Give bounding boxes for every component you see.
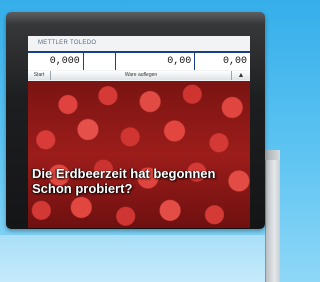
scale-terminal: METTLER TOLEDO 0,000 0,00 0,00 Start War…	[6, 12, 265, 229]
promo-line-1: Die Erdbeerzeit hat begonnen	[32, 166, 216, 181]
promo-line-2: Schon probiert?	[32, 181, 133, 196]
unit-price-blank	[83, 53, 116, 70]
touch-screen: METTLER TOLEDO 0,000 0,00 0,00 Start War…	[28, 36, 250, 228]
strawberry-promo-image[interactable]: Die Erdbeerzeit hat begonnen Schon probi…	[28, 81, 250, 228]
weight-field: 0,000	[28, 53, 83, 70]
start-button[interactable]: Start	[28, 71, 50, 80]
unit-price-field: 0,00	[116, 53, 195, 70]
toolbar: Start Ware auflegen ▲	[28, 71, 250, 80]
bezel-highlight	[6, 12, 265, 24]
background	[0, 235, 280, 282]
promo-text: Die Erdbeerzeit hat begonnen Schon probi…	[32, 166, 246, 196]
scale-stand	[265, 160, 280, 282]
place-item-prompt[interactable]: Ware auflegen	[51, 71, 231, 80]
brand-label: METTLER TOLEDO	[38, 40, 97, 46]
total-price-field: 0,00	[195, 53, 250, 70]
scroll-up-icon[interactable]: ▲	[232, 71, 250, 80]
weight-price-display: 0,000 0,00 0,00	[28, 51, 250, 70]
